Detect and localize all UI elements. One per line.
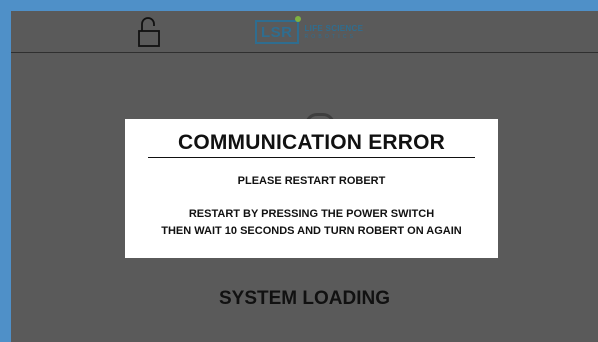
- logo-mark-text: LSR: [261, 24, 293, 41]
- title-underline: [148, 157, 475, 158]
- logo-wordmark: LIFE SCIENCE ROBOTICS: [304, 23, 364, 40]
- dialog-message: PLEASE RESTART ROBERT: [237, 175, 386, 187]
- logo-line-2: ROBOTICS: [304, 33, 357, 40]
- logo-mark: LSR: [255, 16, 301, 44]
- company-logo: LSR LIFE SCIENCE ROBOTICS: [255, 16, 364, 45]
- logo-accent-dot: [294, 16, 301, 22]
- dialog-instruction-2: THEN WAIT 10 SECONDS AND TURN ROBERT ON …: [161, 225, 462, 237]
- dialog-instruction-1: RESTART BY PRESSING THE POWER SWITCH: [188, 208, 435, 220]
- dialog-title: COMMUNICATION ERROR: [177, 131, 446, 154]
- error-dialog: COMMUNICATION ERROR PLEASE RESTART ROBER…: [125, 119, 498, 258]
- header-bar: LSR LIFE SCIENCE ROBOTICS: [11, 11, 598, 53]
- app-screen: LSR LIFE SCIENCE ROBOTICS COMMUNICATION …: [11, 11, 598, 342]
- system-loading-status: SYSTEM LOADING: [218, 288, 390, 309]
- unlocked-padlock-icon[interactable]: [137, 16, 161, 48]
- logo-line-1: LIFE SCIENCE: [304, 23, 364, 33]
